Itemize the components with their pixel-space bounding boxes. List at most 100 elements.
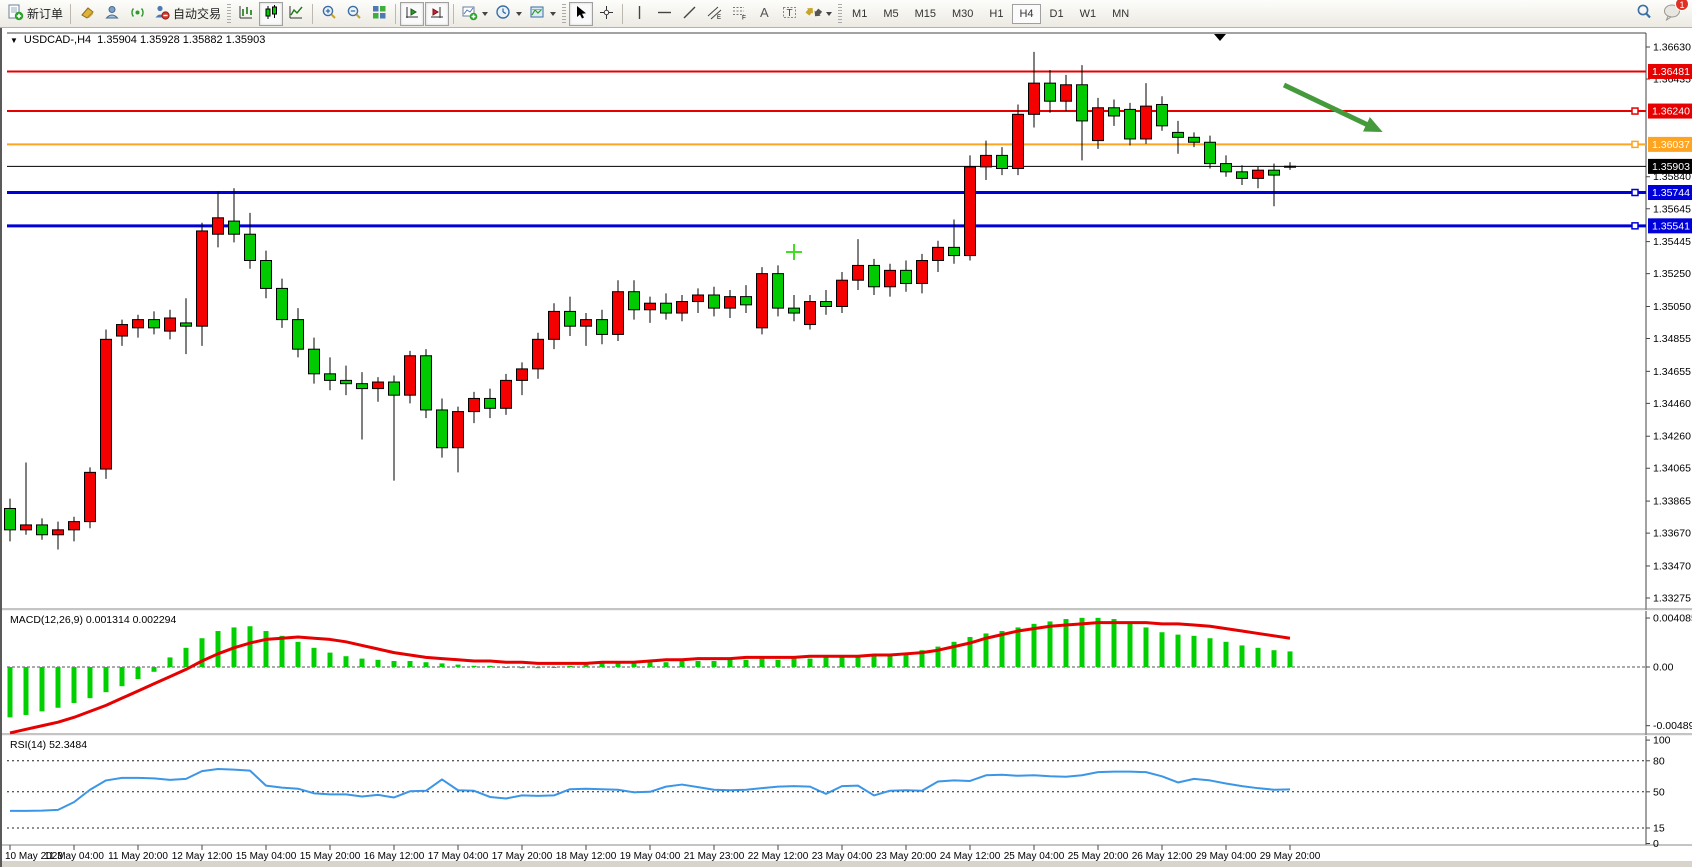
chart-canvas[interactable]: 1.366301.364351.358401.356451.354451.352…: [2, 28, 1692, 867]
chart-window: ▼ USDCAD-,H4 1.35904 1.35928 1.35882 1.3…: [0, 28, 1692, 867]
signals-icon: [129, 4, 146, 24]
svg-text:1.34260: 1.34260: [1653, 431, 1691, 443]
svg-text:A: A: [760, 5, 769, 20]
svg-text:1.34855: 1.34855: [1653, 333, 1691, 345]
timeframe-button-m1[interactable]: M1: [845, 4, 874, 24]
svg-text:1.33275: 1.33275: [1653, 592, 1691, 604]
chart-menu-triangle-icon[interactable]: ▼: [10, 36, 18, 45]
fibonacci-button[interactable]: F: [727, 2, 751, 26]
toolbar-separator: [453, 4, 454, 24]
periods-button[interactable]: [492, 2, 525, 26]
tile-windows-icon: [371, 4, 388, 24]
search-icon: [1635, 3, 1653, 24]
timeframe-button-h4[interactable]: H4: [1012, 4, 1040, 24]
trendline-button[interactable]: [677, 2, 701, 26]
horizontal-line-button[interactable]: [652, 2, 676, 26]
bar-chart-button[interactable]: [234, 2, 258, 26]
chart-shift-button[interactable]: [425, 2, 449, 26]
svg-text:1.35445: 1.35445: [1653, 236, 1691, 248]
svg-text:1.33865: 1.33865: [1653, 496, 1691, 508]
vertical-line-button[interactable]: [627, 2, 651, 26]
auto-scroll-button[interactable]: [400, 2, 424, 26]
new-order-label: 新订单: [27, 5, 63, 22]
crosshair-button[interactable]: [594, 2, 618, 26]
svg-text:1.36240: 1.36240: [1652, 106, 1690, 118]
chat-unread-badge: 1: [1675, 0, 1689, 11]
cursor-button[interactable]: [569, 2, 593, 26]
template-icon: [529, 4, 546, 24]
chart-ohlc-values: 1.35904 1.35928 1.35882 1.35903: [97, 34, 265, 46]
text-a-icon: A: [756, 4, 773, 24]
main-toolbar: 新订单 自动交易: [0, 0, 1692, 28]
svg-text:1.34655: 1.34655: [1653, 366, 1691, 378]
timeframe-button-h1[interactable]: H1: [982, 4, 1010, 24]
svg-text:1.36037: 1.36037: [1652, 139, 1690, 151]
dropdown-arrow-icon: [482, 12, 488, 16]
text-button[interactable]: A: [752, 2, 776, 26]
zoom-in-icon: [321, 4, 338, 24]
toolbar-grip: [838, 4, 842, 24]
fibonacci-icon: F: [731, 4, 748, 24]
cursor-icon: [573, 4, 590, 24]
arrows-objects-button[interactable]: [802, 2, 835, 26]
templates-button[interactable]: [526, 2, 559, 26]
svg-text:50: 50: [1653, 786, 1665, 798]
signals-button[interactable]: [125, 2, 149, 26]
line-chart-icon: [288, 4, 305, 24]
text-label-button[interactable]: T: [777, 2, 801, 26]
svg-text:1.36481: 1.36481: [1652, 66, 1690, 78]
profile-button[interactable]: [100, 2, 124, 26]
toolbar-grip: [562, 4, 566, 24]
zoom-out-button[interactable]: [342, 2, 366, 26]
zoom-out-icon: [346, 4, 363, 24]
timeframe-button-m15[interactable]: M15: [908, 4, 943, 24]
svg-text:E: E: [717, 15, 721, 21]
timeframe-button-mn[interactable]: MN: [1105, 4, 1136, 24]
candlestick-chart-button[interactable]: [259, 2, 283, 26]
equidistant-channel-button[interactable]: E: [702, 2, 726, 26]
clock-icon: [495, 4, 512, 24]
tile-windows-button[interactable]: [367, 2, 391, 26]
text-label-icon: T: [781, 4, 798, 24]
candlestick-chart-icon: [263, 4, 280, 24]
timeframe-button-d1[interactable]: D1: [1043, 4, 1071, 24]
toolbar-right-group: 1: [1632, 2, 1688, 26]
toolbar-separator: [312, 4, 313, 24]
dropdown-arrow-icon: [826, 12, 832, 16]
svg-text:-0.004894: -0.004894: [1653, 720, 1692, 732]
chart-symbol-timeframe: USDCAD-,H4: [24, 34, 91, 46]
svg-text:1.35903: 1.35903: [1652, 161, 1690, 173]
timeframe-button-m30[interactable]: M30: [945, 4, 980, 24]
indicators-button[interactable]: [458, 2, 491, 26]
svg-text:1.34460: 1.34460: [1653, 398, 1691, 410]
svg-text:1.35744: 1.35744: [1652, 187, 1690, 199]
svg-text:1.33470: 1.33470: [1653, 560, 1691, 572]
toolbar-separator: [70, 4, 71, 24]
chat-button[interactable]: 1: [1662, 2, 1682, 26]
bar-chart-icon: [238, 4, 255, 24]
line-chart-button[interactable]: [284, 2, 308, 26]
svg-text:0.004085: 0.004085: [1653, 613, 1692, 625]
search-button[interactable]: [1632, 2, 1656, 26]
zoom-in-button[interactable]: [317, 2, 341, 26]
svg-text:1.35250: 1.35250: [1653, 268, 1691, 280]
auto-trading-button[interactable]: 自动交易: [150, 2, 224, 26]
eraser-icon: [79, 4, 96, 24]
vertical-line-icon: [631, 4, 648, 24]
svg-text:1.36630: 1.36630: [1653, 42, 1691, 54]
toolbar-grip: [227, 4, 231, 24]
auto-trading-label: 自动交易: [173, 5, 221, 22]
svg-text:1.35050: 1.35050: [1653, 301, 1691, 313]
svg-text:80: 80: [1653, 755, 1665, 767]
svg-text:RSI(14) 52.3484: RSI(14) 52.3484: [10, 739, 87, 751]
auto-scroll-icon: [404, 4, 421, 24]
dropdown-arrow-icon: [550, 12, 556, 16]
timeframe-button-m5[interactable]: M5: [876, 4, 905, 24]
eraser-button[interactable]: [75, 2, 99, 26]
new-order-button[interactable]: 新订单: [4, 2, 66, 26]
chart-title: ▼ USDCAD-,H4 1.35904 1.35928 1.35882 1.3…: [10, 34, 265, 46]
new-order-icon: [7, 4, 24, 24]
timeframe-button-w1[interactable]: W1: [1073, 4, 1104, 24]
mt4-terminal: 新订单 自动交易: [0, 0, 1692, 867]
svg-text:0: 0: [1653, 838, 1659, 850]
